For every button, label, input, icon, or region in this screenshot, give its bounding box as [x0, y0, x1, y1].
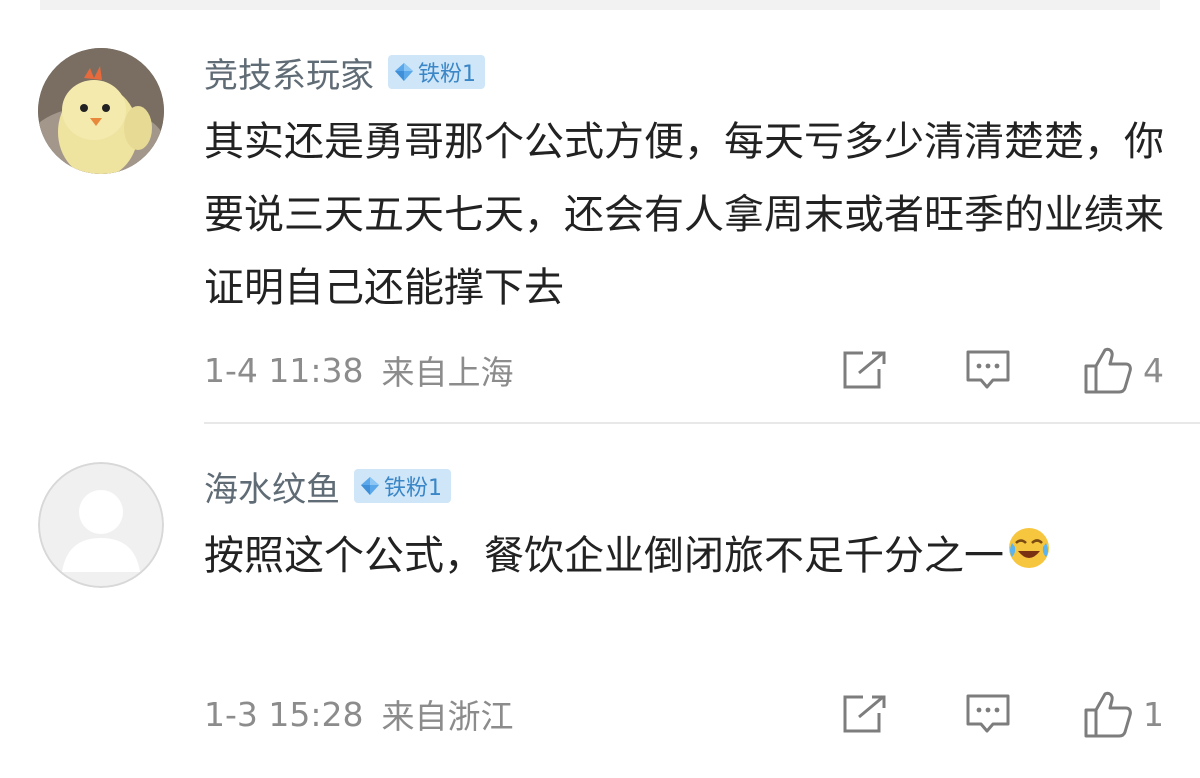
comment-text: 按照这个公式，餐饮企业倒闭旅不足千分之一 — [204, 520, 1144, 595]
share-button[interactable] — [841, 350, 887, 390]
like-button[interactable]: 1 — [1083, 690, 1164, 738]
fan-badge[interactable]: 铁粉1 — [354, 469, 451, 503]
comment-meta: 1-3 15:28 来自浙江 1 — [204, 687, 1164, 741]
comment-icon — [966, 350, 1010, 389]
username[interactable]: 竞技系玩家 — [204, 48, 374, 97]
like-count: 1 — [1143, 694, 1164, 734]
comment-icon — [966, 694, 1010, 733]
badge-label: 铁粉1 — [418, 62, 476, 87]
comment-actions: 4 — [841, 343, 1164, 397]
share-icon — [843, 351, 886, 389]
comment-text: 其实还是勇哥那个公式方便，每天亏多少清清楚楚，你要说三天五天七天，还会有人拿周末… — [204, 119, 1164, 311]
username[interactable]: 海水纹鱼 — [204, 462, 340, 511]
share-icon — [843, 695, 886, 733]
comment-time: 1-3 15:28 — [204, 694, 364, 734]
comment-divider — [204, 422, 1200, 424]
diamond-icon — [361, 477, 379, 495]
like-button[interactable]: 4 — [1083, 346, 1164, 394]
top-separator-strip — [40, 0, 1160, 10]
thumbs-up-icon — [1084, 347, 1132, 394]
laugh-cry-emoji-icon — [1006, 522, 1052, 595]
badge-label: 铁粉1 — [384, 476, 442, 501]
comment-text-content: 按照这个公式，餐饮企业倒闭旅不足千分之一 — [204, 533, 1004, 579]
diamond-icon — [395, 63, 413, 81]
default-user-avatar-icon — [38, 462, 164, 588]
thumbs-up-icon — [1084, 691, 1132, 738]
share-button[interactable] — [841, 694, 887, 734]
avatar[interactable] — [38, 462, 164, 588]
yellow-chick-avatar-icon — [38, 48, 164, 174]
comment-location: 来自浙江 — [381, 697, 514, 736]
comment-time: 1-4 11:38 — [204, 350, 364, 390]
comment-actions: 1 — [841, 687, 1164, 741]
fan-badge[interactable]: 铁粉1 — [388, 55, 485, 89]
like-count: 4 — [1143, 350, 1164, 390]
reply-button[interactable] — [965, 349, 1011, 391]
comment-header: 竞技系玩家 铁粉1 — [204, 48, 485, 96]
avatar[interactable] — [38, 48, 164, 174]
comment-location: 来自上海 — [381, 353, 514, 392]
comment-meta: 1-4 11:38 来自上海 4 — [204, 343, 1164, 397]
reply-button[interactable] — [965, 693, 1011, 735]
comment-header: 海水纹鱼 铁粉1 — [204, 462, 451, 510]
